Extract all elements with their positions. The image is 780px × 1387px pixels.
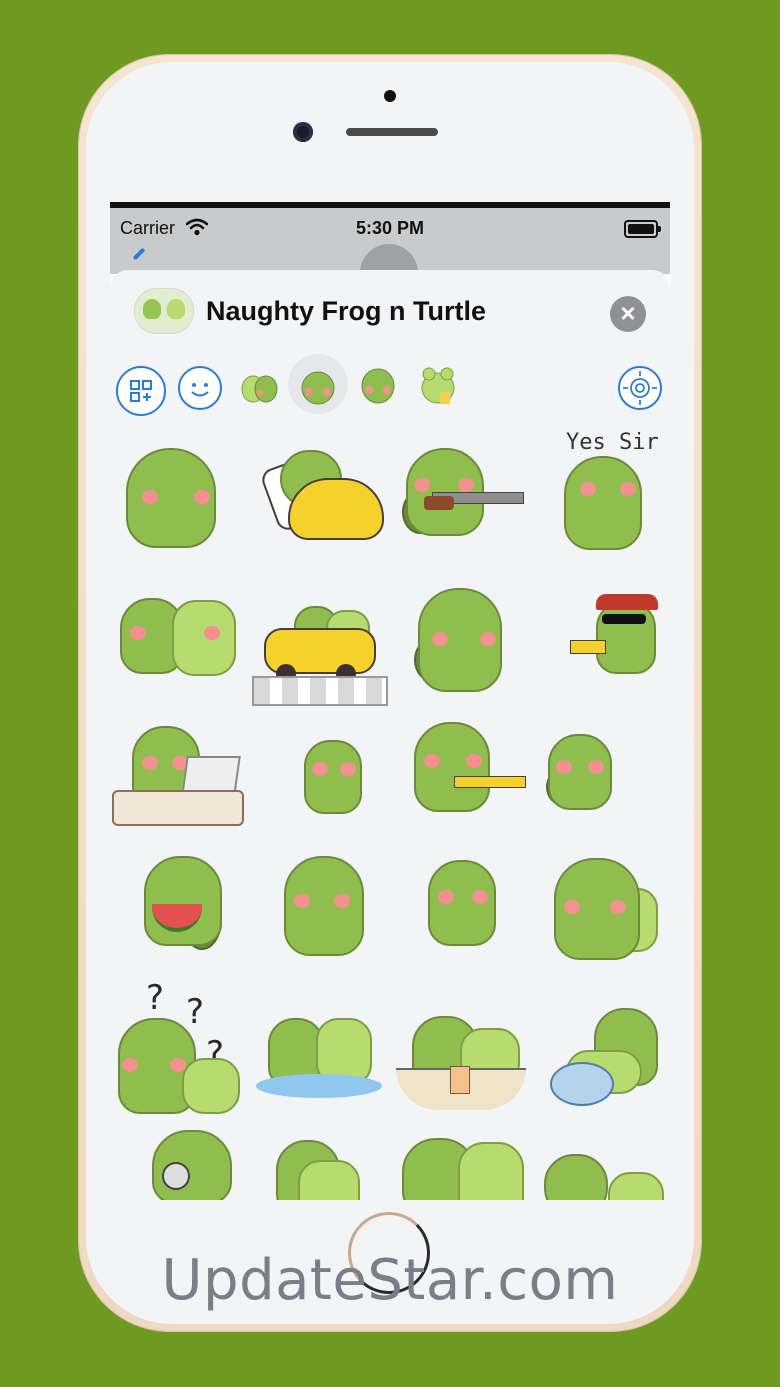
sticker-turtle-frog-giggle[interactable]: [270, 1134, 400, 1200]
sticker-turtle-frog-nap[interactable]: [546, 1002, 670, 1132]
status-time: 5:30 PM: [355, 218, 425, 238]
sticker-pack-icon[interactable]: [414, 362, 462, 410]
sticker-turtle-frog-hug[interactable]: [550, 848, 670, 978]
sticker-turtle-frog-back[interactable]: [398, 1132, 528, 1200]
sticker-turtle-shooting[interactable]: [398, 440, 528, 570]
sticker-turtle-surprised[interactable]: [276, 850, 406, 980]
earpiece-speaker: [346, 128, 438, 136]
front-camera: [293, 122, 313, 142]
sticker-turtle-frog-confused[interactable]: [114, 1008, 244, 1138]
app-icon: [134, 288, 194, 334]
sticker-turtle-frog-boba[interactable]: [396, 1006, 526, 1136]
sticker-turtle-laptop[interactable]: [112, 712, 244, 842]
sticker-caption: Yes Sir: [566, 430, 659, 455]
sticker-turtle-frog-laugh[interactable]: [542, 1148, 670, 1200]
sticker-turtle-kick[interactable]: [420, 850, 550, 980]
apps-grid-icon: [130, 380, 152, 402]
sticker-turtle-hammer[interactable]: [404, 712, 534, 842]
sticker-turtle-frog-pair[interactable]: [116, 580, 246, 710]
apps-grid-button[interactable]: [116, 366, 166, 416]
sticker-car-ride[interactable]: [252, 580, 388, 710]
status-bar: Carrier 5:30 PM: [110, 208, 670, 302]
sticker-turtle-squint[interactable]: [406, 580, 536, 710]
close-button[interactable]: ×: [610, 296, 646, 332]
sticker-pack-icon[interactable]: [354, 362, 402, 410]
sticker-turtle-mirror[interactable]: [124, 1120, 254, 1200]
phone-screen: Carrier 5:30 PM Naughty Frog n Turtle ×: [110, 202, 670, 1200]
sticker-turtle-sleeping[interactable]: [258, 440, 388, 570]
sticker-grid: Yes Sir ? ? ?: [110, 430, 670, 1200]
sticker-pack-icon[interactable]: [236, 362, 284, 410]
sticker-pack-icon[interactable]: [294, 362, 342, 410]
sticker-turtle-cheer[interactable]: [536, 720, 666, 850]
sticker-tray: [110, 354, 670, 422]
emoji-button[interactable]: [178, 366, 222, 410]
watermark-text: UpdateStar.com: [161, 1248, 619, 1313]
back-chevron-icon[interactable]: [132, 247, 146, 261]
locate-target-icon: [623, 371, 657, 405]
sticker-turtle-bandana[interactable]: [540, 580, 670, 710]
sticker-turtle-wave[interactable]: [288, 720, 418, 850]
battery-icon: [624, 220, 661, 238]
sticker-turtle-frog-crying[interactable]: [256, 1004, 386, 1134]
app-title: Naughty Frog n Turtle: [206, 296, 486, 326]
sticker-turtle-yes-sir[interactable]: [540, 440, 670, 570]
emoji-smile-icon: [191, 383, 209, 397]
sticker-turtle-watermelon[interactable]: [138, 850, 268, 980]
close-icon: ×: [620, 298, 636, 328]
proximity-sensor: [384, 90, 396, 102]
sticker-turtle-shy[interactable]: [120, 440, 250, 570]
locate-button[interactable]: [618, 366, 662, 410]
sticker-sheet: Naughty Frog n Turtle × Yes Sir ? ? ?: [110, 270, 670, 1200]
